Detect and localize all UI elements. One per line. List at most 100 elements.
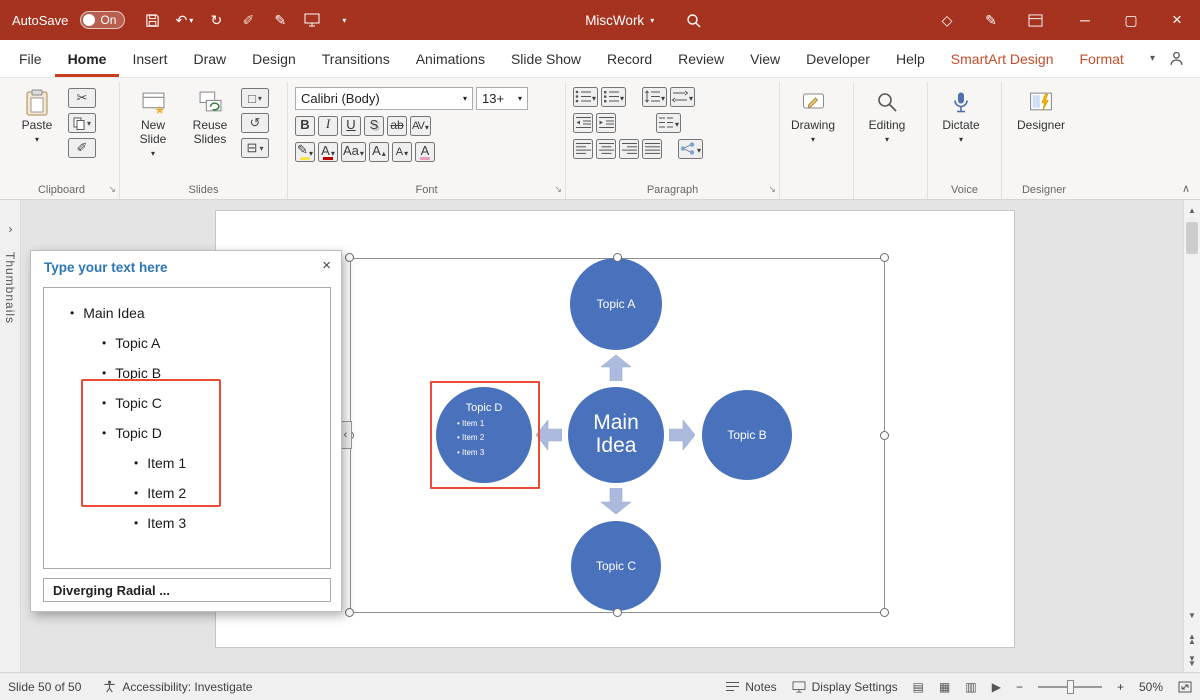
scroll-down-button[interactable]: ▼ (1184, 611, 1200, 620)
tab-help[interactable]: Help (883, 40, 938, 77)
accessibility-checker[interactable]: Accessibility: Investigate (103, 680, 252, 694)
font-dialog-launcher[interactable]: ↘ (554, 184, 562, 195)
font-name-combo[interactable]: Calibri (Body) ▾ (295, 87, 473, 110)
font-size-combo[interactable]: 13+ ▾ (476, 87, 528, 110)
bold-button[interactable]: B (295, 116, 315, 136)
search-button[interactable] (680, 6, 706, 34)
zoom-in-button[interactable]: + (1117, 680, 1124, 694)
text-shadow-button[interactable]: S (364, 116, 384, 136)
tab-insert[interactable]: Insert (119, 40, 180, 77)
convert-to-smartart-button[interactable]: ▾ (678, 139, 703, 159)
close-button[interactable]: × (1154, 0, 1200, 40)
increase-indent-button[interactable] (596, 113, 616, 133)
scrollbar-thumb[interactable] (1186, 222, 1198, 254)
columns-button[interactable]: ▾ (656, 113, 681, 133)
new-slide-button[interactable]: New Slide ▾ (127, 85, 179, 158)
outline-item-item-3[interactable]: • Item 3 (44, 508, 330, 538)
cut-button[interactable]: ✂ (68, 88, 96, 108)
tab-file[interactable]: File (6, 40, 55, 77)
draw-pen-qat-button[interactable]: ✎ (267, 6, 293, 34)
selection-handle-top-middle[interactable] (613, 253, 622, 262)
decrease-font-size-button[interactable]: A ▾ (392, 142, 412, 162)
drawing-button[interactable]: Drawing ▾ (787, 85, 839, 144)
slide-layout-button[interactable]: □ ▾ (241, 88, 269, 108)
document-title-menu[interactable]: MiscWork ▾ (585, 13, 654, 28)
selection-handle-bottom-middle[interactable] (613, 608, 622, 617)
zoom-slider[interactable] (1038, 686, 1102, 688)
thumbnails-strip[interactable]: › Thumbnails (0, 200, 21, 672)
tab-design[interactable]: Design (239, 40, 309, 77)
ribbon-display-button[interactable] (1022, 6, 1048, 34)
tab-smartart-design[interactable]: SmartArt Design (938, 40, 1067, 77)
tab-animations[interactable]: Animations (403, 40, 498, 77)
zoom-slider-thumb[interactable] (1067, 680, 1074, 694)
selection-handle-middle-right[interactable] (880, 431, 889, 440)
paste-button[interactable]: Paste ▾ (11, 85, 63, 144)
present-qat-button[interactable] (299, 6, 325, 34)
selection-handle-top-left[interactable] (345, 253, 354, 262)
editing-button[interactable]: Editing ▾ (861, 85, 913, 144)
normal-view-button[interactable]: ▤ (913, 680, 924, 694)
align-center-button[interactable] (596, 139, 616, 159)
smartart-topic-b-shape[interactable]: Topic B (702, 390, 792, 480)
ribbon-options-button[interactable]: ▾ (1150, 53, 1155, 64)
section-button[interactable]: ⊟ ▾ (241, 138, 269, 158)
paragraph-dialog-launcher[interactable]: ↘ (768, 184, 776, 195)
font-color-button[interactable]: A ▾ (318, 142, 338, 162)
text-direction-button[interactable]: ▾ (670, 87, 695, 107)
selection-handle-bottom-left[interactable] (345, 608, 354, 617)
zoom-out-button[interactable]: − (1016, 680, 1023, 694)
text-pane-close-button[interactable]: × (322, 257, 331, 274)
maximize-button[interactable]: ▢ (1108, 0, 1154, 40)
redo-button[interactable]: ↻ (203, 6, 229, 34)
tab-slide-show[interactable]: Slide Show (498, 40, 594, 77)
fit-to-window-button[interactable] (1178, 681, 1192, 693)
text-highlight-button[interactable]: ✎ ▾ (295, 142, 315, 162)
selection-handle-top-right[interactable] (880, 253, 889, 262)
line-spacing-button[interactable]: ▾ (642, 87, 667, 107)
tab-draw[interactable]: Draw (180, 40, 239, 77)
italic-button[interactable]: I (318, 116, 338, 136)
selection-handle-bottom-right[interactable] (880, 608, 889, 617)
align-left-button[interactable] (573, 139, 593, 159)
increase-font-size-button[interactable]: A ▴ (369, 142, 389, 162)
dictate-button[interactable]: Dictate ▾ (935, 85, 987, 144)
designer-button[interactable]: Designer (1009, 85, 1073, 133)
format-painter-button[interactable]: ✐ (68, 138, 96, 158)
numbering-button[interactable]: ▾ (601, 87, 626, 107)
bullets-button[interactable]: ▾ (573, 87, 598, 107)
tab-view[interactable]: View (737, 40, 793, 77)
align-right-button[interactable] (619, 139, 639, 159)
format-painter-qat-button[interactable]: ✐ (235, 6, 261, 34)
zoom-level-button[interactable]: 50% (1139, 680, 1163, 694)
previous-slide-button[interactable]: ▲ ▲ (1184, 634, 1200, 644)
outline-item-main-idea[interactable]: • Main Idea (44, 298, 330, 328)
tab-transitions[interactable]: Transitions (309, 40, 403, 77)
clipboard-dialog-launcher[interactable]: ↘ (108, 184, 116, 195)
justify-button[interactable] (642, 139, 662, 159)
slide-sorter-view-button[interactable]: ▦ (939, 680, 950, 694)
premium-features-button[interactable]: ◇ (934, 6, 960, 34)
display-settings-button[interactable]: Display Settings (792, 680, 898, 694)
underline-button[interactable]: U (341, 116, 361, 136)
tab-home[interactable]: Home (55, 40, 120, 77)
ink-editor-button[interactable]: ✎ (978, 6, 1004, 34)
thumbnails-expand-icon[interactable]: › (0, 222, 21, 236)
arrow-up-shape[interactable] (601, 355, 631, 381)
change-case-button[interactable]: Aa ▾ (341, 142, 366, 162)
character-spacing-button[interactable]: AV ▾ (410, 116, 431, 136)
reading-view-button[interactable]: ▥ (965, 680, 976, 694)
next-slide-button[interactable]: ▼ ▼ (1184, 656, 1200, 666)
user-presence-icon[interactable] (1169, 51, 1184, 66)
copy-button[interactable]: ▾ (68, 113, 96, 133)
slide-indicator[interactable]: Slide 50 of 50 (8, 680, 81, 694)
arrow-right-shape[interactable] (669, 420, 695, 450)
slideshow-view-button[interactable]: ▶ (992, 680, 1001, 694)
save-button[interactable] (139, 6, 165, 34)
tab-format[interactable]: Format (1066, 40, 1136, 77)
reuse-slides-button[interactable]: Reuse Slides (184, 85, 236, 147)
smartart-topic-c-shape[interactable]: Topic C (571, 521, 661, 611)
tab-developer[interactable]: Developer (793, 40, 883, 77)
decrease-indent-button[interactable] (573, 113, 593, 133)
scroll-up-button[interactable]: ▲ (1184, 206, 1200, 215)
